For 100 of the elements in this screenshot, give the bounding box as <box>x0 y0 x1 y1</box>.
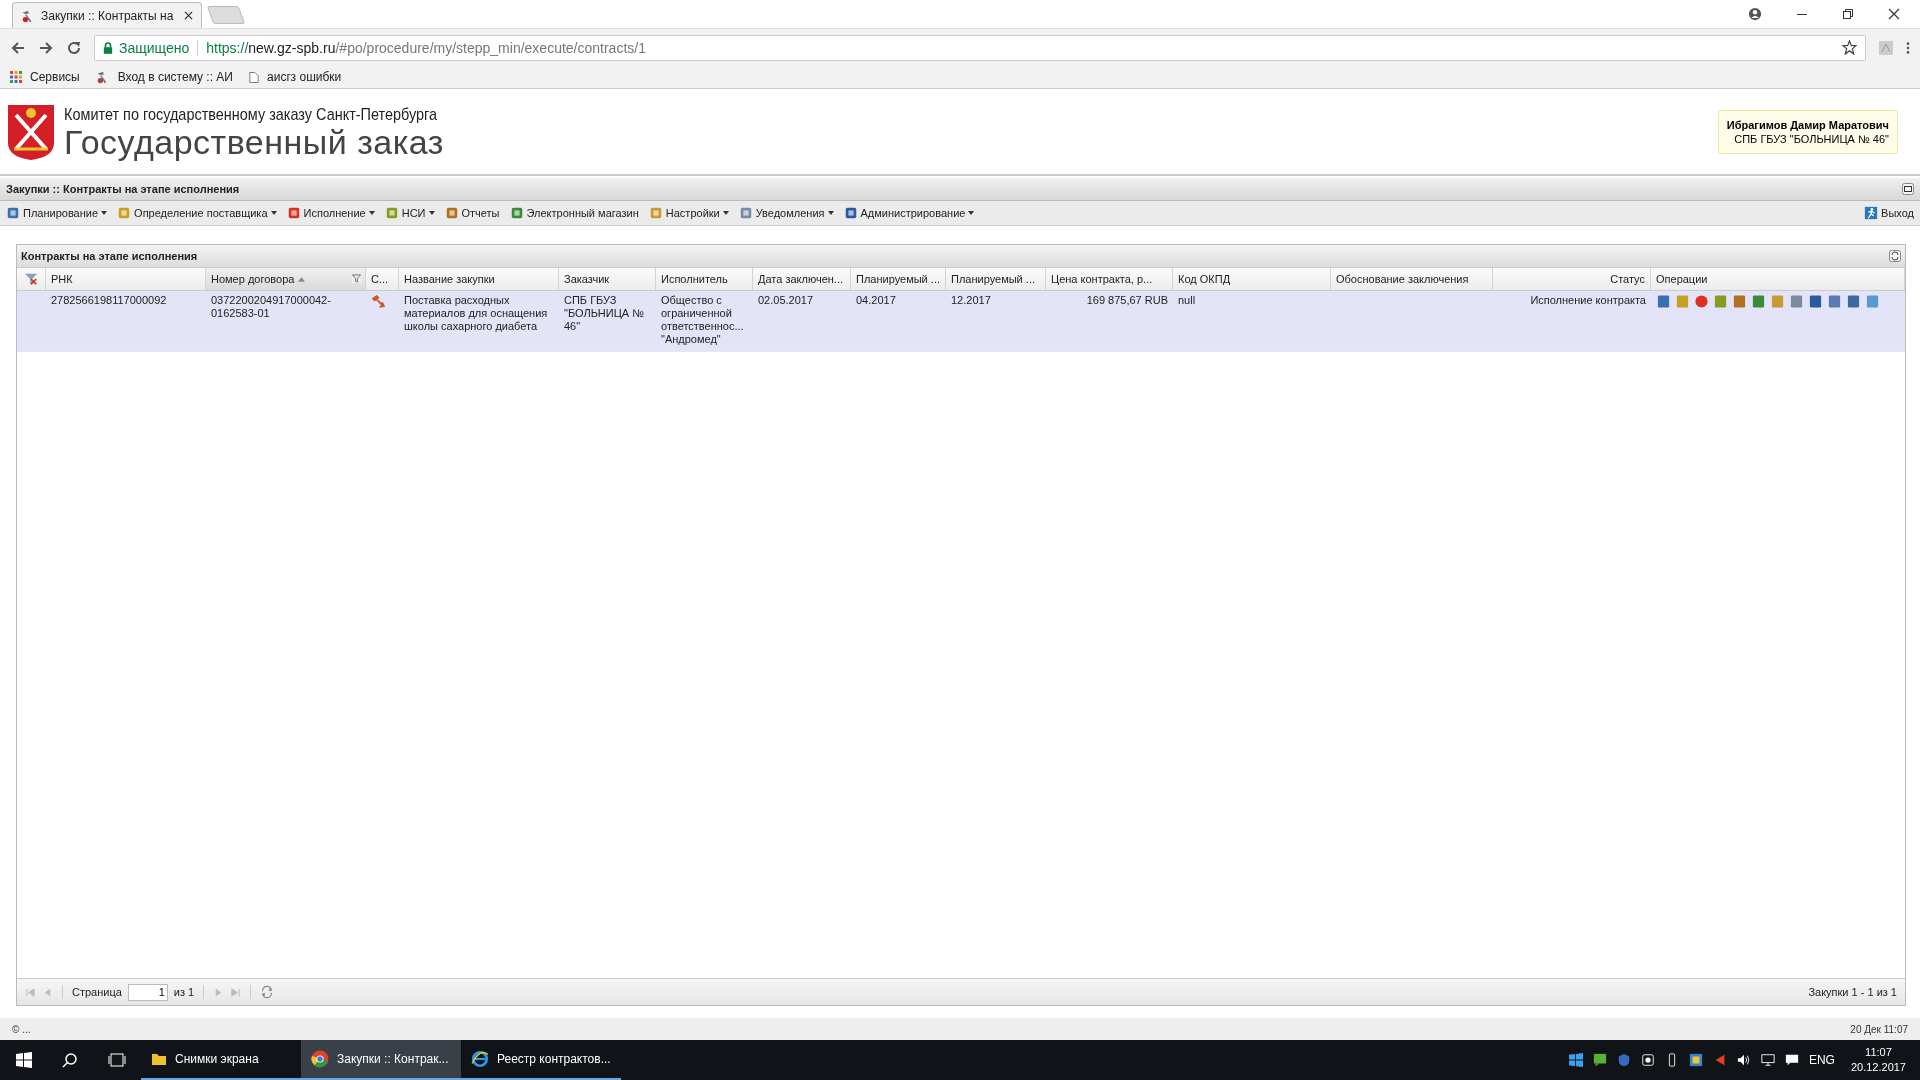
start-icon[interactable] <box>16 1052 32 1068</box>
column-header[interactable]: Операции <box>1651 268 1905 290</box>
menu-item[interactable]: Исполнение <box>284 206 377 220</box>
app-tray-icon[interactable] <box>1688 1053 1703 1067</box>
hammer-icon <box>371 294 386 309</box>
page-title: Закупки :: Контракты на этапе исполнения <box>6 183 240 195</box>
column-header[interactable]: Исполнитель <box>656 268 753 290</box>
search-icon[interactable] <box>62 1052 78 1068</box>
browser-icon <box>311 1050 329 1068</box>
menu-icon <box>286 206 301 220</box>
column-header[interactable]: Название закупки <box>399 268 559 290</box>
taskbar-app[interactable]: Реестр контрактов... <box>461 1040 621 1080</box>
operation-icon[interactable] <box>1656 294 1671 309</box>
table-cell-text: 0372200204917000042-0162583-01 <box>211 294 332 320</box>
maximize-icon[interactable] <box>1902 183 1914 195</box>
browser-icon <box>471 1050 489 1068</box>
column-header[interactable]: С... <box>366 268 399 290</box>
column-header[interactable]: Обоснование заключения <box>1331 268 1493 290</box>
column-header[interactable]: Номер договора <box>206 268 366 290</box>
refresh-icon[interactable] <box>1889 250 1901 262</box>
bookmark[interactable]: Сервисы <box>10 70 80 84</box>
copyright-text: © ... <box>12 1023 31 1035</box>
menu-item[interactable]: Планирование <box>4 206 110 220</box>
operation-icon[interactable] <box>1808 294 1823 309</box>
logout-button[interactable]: Выход <box>1862 206 1916 220</box>
caret-icon <box>428 211 435 215</box>
table-cell: 12.2017 <box>951 294 991 307</box>
table-cell: null <box>1178 294 1196 307</box>
account-icon[interactable] <box>1748 7 1762 21</box>
volume-icon[interactable] <box>1736 1053 1751 1067</box>
table-cell-text: СПБ ГБУЗ "БОЛЬНИЦА № 46" <box>564 294 646 333</box>
menu-item[interactable]: Электронный магазин <box>507 206 641 220</box>
column-header[interactable]: Статус <box>1493 268 1651 290</box>
caret-icon <box>101 211 108 215</box>
shield-icon[interactable] <box>1616 1053 1631 1067</box>
operation-icon[interactable] <box>1751 294 1766 309</box>
folder-icon <box>151 1051 167 1067</box>
caret-icon <box>827 211 834 215</box>
address-bar[interactable]: Защищено https://new.gz-spb.ru/#po/procedure/my/stepp_min/execute/contracts/1 <box>94 34 1866 61</box>
menu-icon <box>117 206 132 220</box>
operation-icon[interactable] <box>1694 294 1709 309</box>
table-cell: 169 875,67 RUB <box>1086 294 1168 307</box>
table-cell: 02.05.2017 <box>758 294 814 307</box>
page-input[interactable]: 1 <box>127 983 168 1001</box>
restore-icon[interactable] <box>1842 8 1854 20</box>
column-header[interactable]: Планируемый ... <box>946 268 1046 290</box>
taskbar-app[interactable]: Закупки :: Контрак... <box>301 1040 461 1080</box>
menu-item[interactable]: НСИ <box>382 206 437 220</box>
column-header[interactable]: Планируемый ... <box>851 268 946 290</box>
column-header[interactable]: Цена контракта, р... <box>1046 268 1173 290</box>
column-header[interactable]: Заказчик <box>559 268 656 290</box>
menu-icon <box>843 206 858 220</box>
page-label: Страница <box>72 986 122 998</box>
browser-tab[interactable]: Закупки :: Контракты на <box>12 2 202 28</box>
user-organization: СПБ ГБУЗ "БОЛЬНИЦА № 46" <box>1734 132 1889 145</box>
status-date: 20 Дек 11:07 <box>1850 1023 1908 1035</box>
reload-icon[interactable] <box>66 39 82 56</box>
tab-title: Закупки :: Контракты на <box>41 8 175 23</box>
operation-icon[interactable] <box>1732 294 1747 309</box>
table-row[interactable] <box>17 291 1905 352</box>
menu-item[interactable]: Администрирование <box>841 206 977 220</box>
network-drive-icon[interactable] <box>1640 1053 1655 1067</box>
table-cell-text: Поставка расходных материалов для оснащения школы сахарного диабета <box>404 294 549 333</box>
operation-icon[interactable] <box>1789 294 1804 309</box>
clock-time[interactable]: 11:07 <box>1865 1045 1892 1060</box>
close-icon[interactable] <box>1888 8 1900 20</box>
forward-icon[interactable] <box>38 39 54 56</box>
back-icon[interactable] <box>10 39 26 56</box>
page-icon <box>249 70 259 84</box>
operation-icon[interactable] <box>1827 294 1842 309</box>
secure-label: Защищено <box>119 39 190 56</box>
star-icon[interactable] <box>1842 40 1857 55</box>
chat-icon[interactable] <box>1592 1053 1607 1067</box>
menu-item[interactable]: Уведомления <box>736 206 836 220</box>
table-cell: Исполнение контракта <box>1530 294 1646 307</box>
pager-summary: Закупки 1 - 1 из 1 <box>1808 986 1897 998</box>
menu-item[interactable]: Настройки <box>646 206 731 220</box>
menu-item[interactable]: Отчеты <box>442 206 502 220</box>
caret-icon <box>270 211 277 215</box>
windows-icon[interactable] <box>1568 1053 1583 1067</box>
notification-icon[interactable] <box>1784 1053 1799 1067</box>
lock-icon <box>103 41 113 54</box>
task-view-icon[interactable] <box>108 1052 126 1068</box>
filter-icon <box>352 274 361 283</box>
menu-item[interactable]: Определение поставщика <box>115 206 279 220</box>
clock-date[interactable]: 20.12.2017 <box>1850 1060 1906 1075</box>
bookmark[interactable]: Вход в систему :: АИ <box>95 70 233 84</box>
operation-icon[interactable] <box>1846 294 1861 309</box>
site-title: Государственный заказ <box>64 124 445 159</box>
menu-icon <box>509 206 524 220</box>
column-header[interactable]: Код ОКПД <box>1173 268 1331 290</box>
clear-filter-icon[interactable] <box>24 272 38 286</box>
menu-icon[interactable] <box>1906 40 1910 55</box>
language-indicator[interactable]: ENG <box>1808 1053 1835 1067</box>
close-icon[interactable] <box>184 11 193 20</box>
column-header[interactable]: Дата заключен... <box>753 268 851 290</box>
apps-icon <box>10 71 22 83</box>
monitor-icon[interactable] <box>1760 1053 1775 1067</box>
bookmark[interactable]: аисгз ошибки <box>249 70 342 84</box>
table-cell: 2782566198117000092 <box>51 294 167 307</box>
